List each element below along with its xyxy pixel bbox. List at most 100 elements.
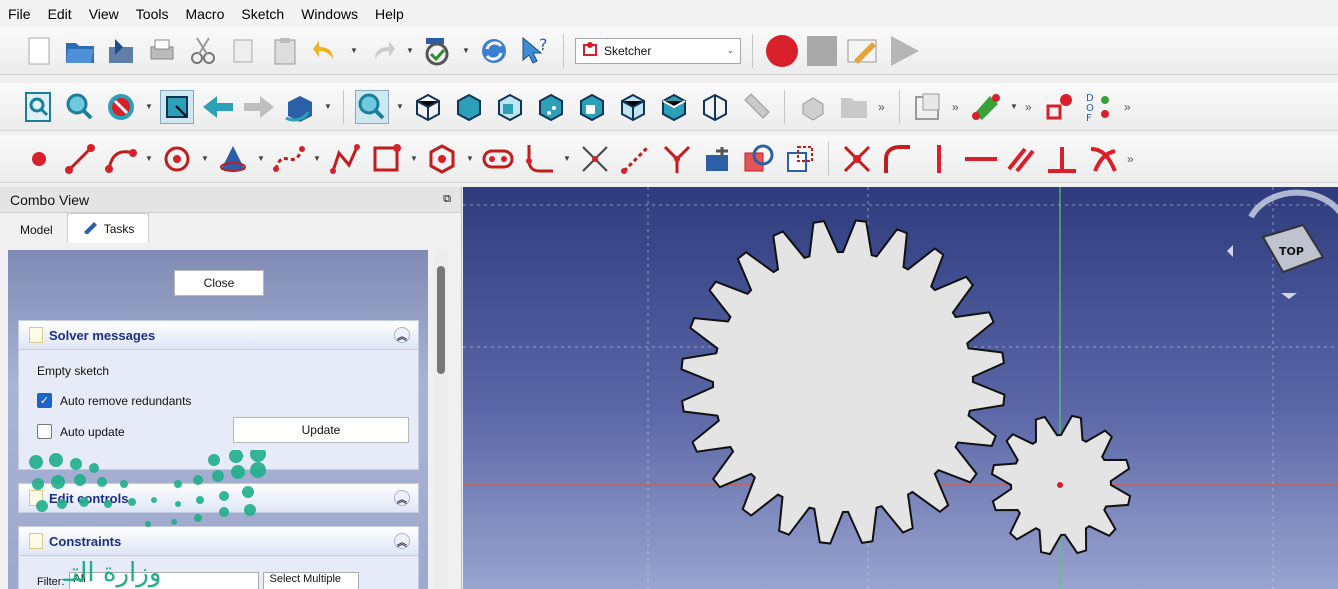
execute-macro-icon[interactable] bbox=[887, 34, 921, 68]
print-icon[interactable] bbox=[145, 34, 179, 68]
refresh-check-icon[interactable] bbox=[421, 34, 455, 68]
solver-messages-header[interactable]: Solver messages ︽ bbox=[18, 320, 419, 350]
bspline-dropdown-icon[interactable]: ▼ bbox=[313, 154, 321, 163]
right-view-icon[interactable] bbox=[534, 90, 568, 124]
group-folder-icon[interactable] bbox=[837, 90, 871, 124]
std-views-dropdown-icon[interactable]: ▼ bbox=[324, 102, 332, 111]
close-button[interactable]: Close bbox=[174, 270, 264, 296]
forward-arrow-icon[interactable] bbox=[242, 90, 276, 124]
paste-icon[interactable] bbox=[268, 34, 302, 68]
draw-style-icon[interactable] bbox=[104, 90, 138, 124]
back-arrow-icon[interactable] bbox=[201, 90, 235, 124]
zoom-icon[interactable] bbox=[355, 89, 389, 124]
copy-icon[interactable] bbox=[227, 34, 261, 68]
select-multiple-button[interactable]: Select Multiple bbox=[262, 572, 359, 589]
bounding-box-icon[interactable] bbox=[160, 89, 194, 124]
horizontal-constraint-icon[interactable] bbox=[963, 142, 997, 176]
auto-remove-redundants-checkbox[interactable]: ✓ Auto remove redundants bbox=[37, 393, 191, 408]
dof-icon[interactable]: DOF bbox=[1083, 90, 1117, 124]
sketch-mode-icon[interactable] bbox=[1042, 90, 1076, 124]
tab-model[interactable]: Model bbox=[6, 217, 67, 243]
navigation-cube[interactable]: TOP bbox=[1227, 189, 1338, 299]
toolbar-overflow-icon[interactable]: » bbox=[1025, 100, 1035, 114]
undo-dropdown-icon[interactable]: ▼ bbox=[350, 46, 358, 55]
perpendicular-constraint-icon[interactable] bbox=[1045, 142, 1079, 176]
coincident-constraint-icon[interactable] bbox=[840, 142, 874, 176]
edit-sketch-dropdown-icon[interactable]: ▼ bbox=[1010, 102, 1018, 111]
whats-this-icon[interactable]: ? bbox=[518, 34, 552, 68]
fillet-icon[interactable] bbox=[522, 142, 556, 176]
rectangle-dropdown-icon[interactable]: ▼ bbox=[410, 154, 418, 163]
refresh-dropdown-icon[interactable]: ▼ bbox=[462, 46, 470, 55]
top-view-icon[interactable] bbox=[493, 90, 527, 124]
menu-macro[interactable]: Macro bbox=[185, 6, 224, 22]
measure-icon[interactable] bbox=[739, 90, 773, 124]
point-on-object-icon[interactable] bbox=[881, 142, 915, 176]
menu-help[interactable]: Help bbox=[375, 6, 404, 22]
circle-icon[interactable] bbox=[160, 142, 194, 176]
create-sketch-icon[interactable] bbox=[911, 90, 945, 124]
scrollbar-thumb[interactable] bbox=[437, 266, 445, 374]
new-document-icon[interactable] bbox=[22, 34, 56, 68]
sketch-3d-view[interactable]: TOP bbox=[463, 187, 1338, 589]
undock-panel-icon[interactable]: ⧉ bbox=[443, 193, 451, 206]
axonometric-view-icon[interactable] bbox=[698, 90, 732, 124]
tab-tasks[interactable]: Tasks bbox=[66, 213, 150, 243]
large-gear[interactable] bbox=[680, 219, 1006, 545]
front-view-icon[interactable] bbox=[452, 90, 486, 124]
isometric-view-icon[interactable] bbox=[411, 90, 445, 124]
collapse-chevron-icon[interactable]: ︽ bbox=[394, 533, 410, 549]
left-view-icon[interactable] bbox=[657, 90, 691, 124]
vertical-constraint-icon[interactable] bbox=[922, 142, 956, 176]
polyline-icon[interactable] bbox=[328, 142, 362, 176]
std-views-icon[interactable] bbox=[283, 90, 317, 124]
circle-dropdown-icon[interactable]: ▼ bbox=[201, 154, 209, 163]
recompute-icon[interactable] bbox=[477, 34, 511, 68]
collapse-chevron-icon[interactable]: ︽ bbox=[394, 490, 410, 506]
fit-all-icon[interactable] bbox=[22, 90, 56, 124]
menu-windows[interactable]: Windows bbox=[301, 6, 358, 22]
redo-dropdown-icon[interactable]: ▼ bbox=[406, 46, 414, 55]
auto-update-checkbox[interactable]: Auto update bbox=[37, 424, 125, 439]
record-macro-icon[interactable] bbox=[764, 34, 798, 68]
save-icon[interactable] bbox=[104, 34, 138, 68]
split-icon[interactable] bbox=[660, 142, 694, 176]
rear-view-icon[interactable] bbox=[575, 90, 609, 124]
tangent-constraint-icon[interactable] bbox=[1086, 142, 1120, 176]
arc-dropdown-icon[interactable]: ▼ bbox=[145, 154, 153, 163]
slot-icon[interactable] bbox=[481, 142, 515, 176]
menu-sketch[interactable]: Sketch bbox=[241, 6, 284, 22]
stop-macro-icon[interactable] bbox=[805, 34, 839, 68]
zoom-dropdown-icon[interactable]: ▼ bbox=[396, 102, 404, 111]
toolbar-overflow-icon[interactable]: » bbox=[952, 100, 962, 114]
collapse-chevron-icon[interactable]: ︽ bbox=[394, 327, 410, 343]
update-button[interactable]: Update bbox=[233, 417, 409, 443]
construction-mode-icon[interactable] bbox=[783, 142, 817, 176]
menu-view[interactable]: View bbox=[89, 6, 119, 22]
line-icon[interactable] bbox=[63, 142, 97, 176]
bspline-icon[interactable] bbox=[272, 142, 306, 176]
origin-point[interactable] bbox=[1057, 482, 1063, 488]
toolbar-overflow-icon[interactable]: » bbox=[878, 100, 888, 114]
edit-sketch-icon[interactable] bbox=[969, 90, 1003, 124]
point-icon[interactable] bbox=[22, 142, 56, 176]
conic-icon[interactable] bbox=[216, 142, 250, 176]
redo-icon[interactable] bbox=[365, 34, 399, 68]
fit-selection-icon[interactable] bbox=[63, 90, 97, 124]
parallel-constraint-icon[interactable] bbox=[1004, 142, 1038, 176]
fillet-dropdown-icon[interactable]: ▼ bbox=[563, 154, 571, 163]
menu-tools[interactable]: Tools bbox=[136, 6, 169, 22]
draw-style-dropdown-icon[interactable]: ▼ bbox=[145, 102, 153, 111]
undo-icon[interactable] bbox=[309, 34, 343, 68]
extend-icon[interactable] bbox=[619, 142, 653, 176]
menu-file[interactable]: File bbox=[8, 6, 31, 22]
trim-icon[interactable] bbox=[578, 142, 612, 176]
toolbar-overflow-icon[interactable]: » bbox=[1127, 152, 1137, 166]
cut-icon[interactable] bbox=[186, 34, 220, 68]
conic-dropdown-icon[interactable]: ▼ bbox=[257, 154, 265, 163]
external-geometry-icon[interactable] bbox=[701, 142, 735, 176]
menu-edit[interactable]: Edit bbox=[48, 6, 72, 22]
workbench-selector[interactable]: Sketcher ⌄ bbox=[575, 37, 741, 64]
rectangle-icon[interactable] bbox=[369, 142, 403, 176]
edit-macro-icon[interactable] bbox=[846, 34, 880, 68]
